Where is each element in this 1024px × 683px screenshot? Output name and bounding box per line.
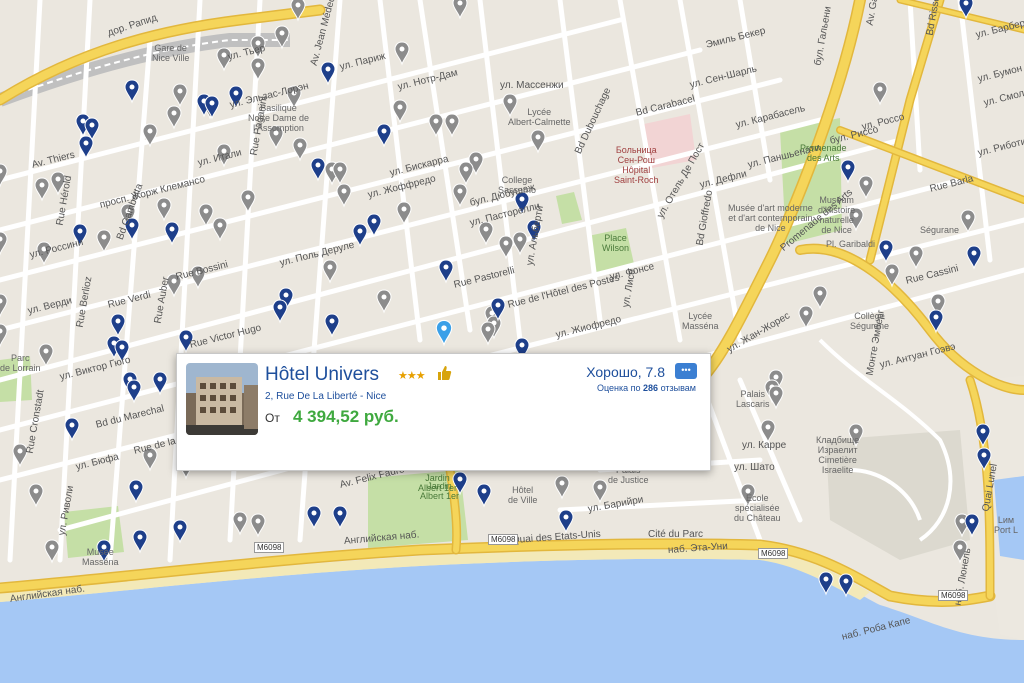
poi-label: Lycée Albert-Calmette [508,107,571,127]
poi-label: Parc de Lorrain [0,353,41,373]
thumbs-up-icon [436,365,452,385]
poi-label: Jardin Albert 1er [418,473,458,493]
poi-label: Place Wilson [602,233,630,253]
poi-label: Ségurane [920,225,960,235]
road-shield: M6098 [488,534,519,545]
price-prefix: От [265,411,280,425]
street-label: ул. Шато [734,462,775,473]
poi-label: College Sasserno [498,175,537,195]
reviews-speech-bubble-icon[interactable]: ••• [675,363,697,379]
road-shield: M6098 [254,542,285,553]
poi-label: Lycée Masséna [682,311,719,331]
reviews-suffix: отзывам [660,383,696,393]
poi-label: Palais Lascaris [736,389,770,409]
poi-label: Больница Сен-Рош Hôpital Saint-Roch [614,145,659,185]
poi-label: Pl. Garibaldi [826,239,876,249]
reviews-prefix: Оценка по [596,383,641,393]
street-label: Cité du Parc [648,529,704,540]
hotel-rating-label: Хорошо, 7.8 [586,364,665,380]
hotel-price: 4 394,52 руб. [293,407,399,426]
reviews-count: 286 [643,383,659,393]
hotel-name-link[interactable]: Hôtel Univers [265,364,379,386]
poi-label: Basilique Notre Dame de l'Assomption [248,103,310,133]
poi-label: Musée Masséna [82,547,119,567]
poi-label: Muséum d'Histoire naturelle de Nice [818,195,856,235]
road-shield: M6098 [938,590,969,601]
hotel-star-rating: ★★★ [398,370,426,382]
road-shield: M6098 [758,548,789,559]
poi-label: Musée d'art moderne et d'art contemporain… [728,203,813,233]
poi-label: Кладбище Израелит Cimetière Israelite [816,435,860,475]
street-label: ул. Массенжи [500,80,564,91]
hotel-photo[interactable] [186,363,258,435]
hotel-popup-card[interactable]: Hôtel Univers ★★★ 2, Rue De La Liberté -… [176,353,711,471]
poi-label: Ecole spécialisée du Château [734,493,781,523]
poi-label: Promenade des Arts [800,143,847,163]
poi-label: Hôtel de Ville [508,485,538,505]
poi-label: Lим Port L [994,515,1019,535]
hotel-address: 2, Rue De La Liberté - Nice [265,391,387,402]
poi-label: Collège Ségurane [850,311,890,331]
street-label: ул. Карре [742,440,787,451]
reviews-count-link[interactable]: Оценка по 286 отзывам [597,383,696,393]
poi-label: Gare de Nice Ville [152,43,190,63]
